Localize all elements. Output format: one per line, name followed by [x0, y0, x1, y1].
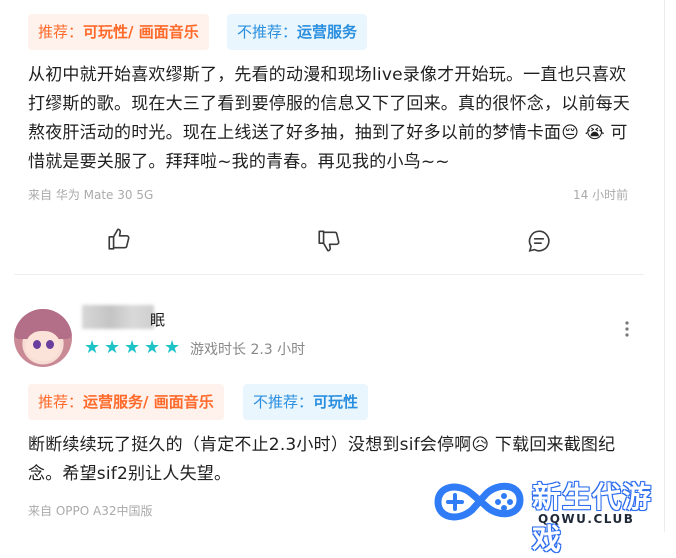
star-icon: ★	[84, 337, 101, 358]
not-recommend-tag: 不推荐：运营服务	[227, 14, 368, 50]
more-options-icon[interactable]	[622, 320, 632, 338]
avatar-face	[26, 331, 60, 361]
star-icon: ★	[124, 337, 141, 358]
watermark-domain: QQWU.CLUB	[538, 512, 635, 526]
recommend-tag: 推荐：运营服务/ 画面音乐	[28, 384, 224, 420]
review-text: 从初中就开始喜欢缪斯了，先看的动漫和现场live录像才开始玩。一直也只喜欢打缪斯…	[28, 65, 630, 172]
divider	[14, 274, 644, 275]
not-recommend-tag: 不推荐：可玩性	[243, 384, 369, 420]
rating-stars: ★ ★ ★ ★ ★	[84, 337, 181, 358]
star-icon: ★	[104, 337, 121, 358]
playtime: 游戏时长 2.3 小时	[190, 342, 306, 358]
avatar[interactable]	[14, 309, 72, 367]
username[interactable]: 眠	[150, 309, 165, 330]
thumbs-up-icon[interactable]	[106, 226, 132, 252]
scrollbar-track[interactable]	[664, 0, 665, 532]
username-blurred[interactable]	[82, 305, 154, 329]
star-icon: ★	[164, 337, 181, 358]
timestamp: 14 小时前	[573, 188, 629, 202]
star-icon: ★	[144, 337, 161, 358]
comment-icon[interactable]	[526, 228, 552, 254]
device-label: 来自 华为 Mate 30 5G	[28, 188, 154, 202]
avatar-eye	[33, 340, 41, 349]
thumbs-down-icon[interactable]	[316, 228, 342, 254]
device-label: 来自 OPPO A32中国版	[28, 504, 153, 518]
avatar-eye	[46, 340, 54, 349]
recommend-tag: 推荐：可玩性/ 画面音乐	[28, 14, 209, 50]
